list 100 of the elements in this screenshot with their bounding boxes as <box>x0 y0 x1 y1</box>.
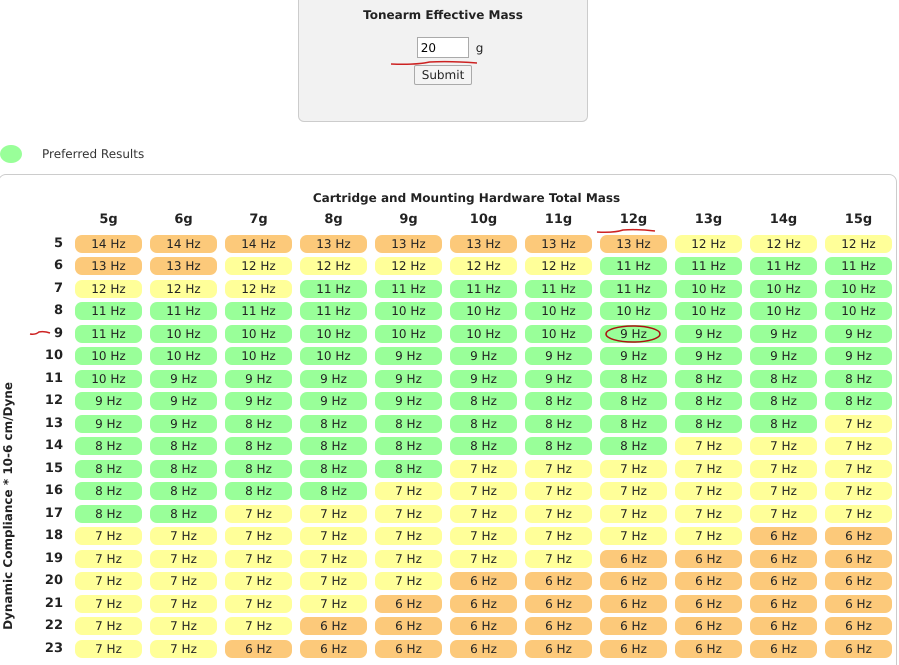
table-cell: 10 Hz <box>150 347 217 365</box>
table-cell: 7 Hz <box>150 527 217 545</box>
table-cell: 6 Hz <box>600 640 667 658</box>
table-cell: 7 Hz <box>675 460 742 478</box>
table-cell: 6 Hz <box>825 617 892 635</box>
row-header: 19 <box>44 550 64 568</box>
table-cell: 6 Hz <box>225 640 292 658</box>
row-header: 10 <box>44 347 64 365</box>
table-cell: 9 Hz <box>75 392 142 410</box>
table-cell: 7 Hz <box>150 572 217 590</box>
table-cell: 9 Hz <box>150 414 217 432</box>
table-cell: 8 Hz <box>150 482 217 500</box>
table-cell: 8 Hz <box>750 370 817 388</box>
table-cell: 7 Hz <box>600 527 667 545</box>
table-cell: 7 Hz <box>75 640 142 658</box>
table-cell: 6 Hz <box>600 617 667 635</box>
table-cell: 8 Hz <box>150 437 217 455</box>
table-cell: 8 Hz <box>600 370 667 388</box>
mass-input[interactable]: 20 <box>416 37 469 58</box>
table-title: Cartridge and Mounting Hardware Total Mass <box>312 191 622 207</box>
table-cell: 10 Hz <box>300 347 367 365</box>
table-cell: 7 Hz <box>225 504 292 522</box>
column-header: 5g <box>98 212 119 229</box>
row-header: 8 <box>52 302 64 320</box>
table-cell: 6 Hz <box>600 594 667 612</box>
table-cell: 8 Hz <box>675 392 742 410</box>
submit-button[interactable]: Submit <box>414 65 472 85</box>
table-cell: 10 Hz <box>750 302 817 320</box>
table-cell: 6 Hz <box>750 572 817 590</box>
table-cell: 8 Hz <box>150 504 217 522</box>
table-cell: 6 Hz <box>300 640 367 658</box>
column-header: 14g <box>768 212 798 229</box>
table-cell: 7 Hz <box>525 460 592 478</box>
table-cell: 8 Hz <box>375 437 442 455</box>
unit-label: g <box>476 40 484 54</box>
table-cell: 6 Hz <box>525 617 592 635</box>
table-cell: 11 Hz <box>375 280 442 298</box>
table-cell: 7 Hz <box>300 572 367 590</box>
table-cell: 6 Hz <box>450 572 517 590</box>
table-cell: 9 Hz <box>375 347 442 365</box>
column-header: 9g <box>398 212 419 229</box>
table-cell: 7 Hz <box>750 460 817 478</box>
table-cell: 12 Hz <box>225 257 292 275</box>
table-cell: 7 Hz <box>825 414 892 432</box>
table-cell: 6 Hz <box>300 617 367 635</box>
table-cell: 7 Hz <box>300 550 367 568</box>
table-cell: 8 Hz <box>75 504 142 522</box>
table-cell: 13 Hz <box>300 234 367 252</box>
table-cell: 8 Hz <box>675 370 742 388</box>
table-cell: 9 Hz <box>525 347 592 365</box>
table-cell: 12 Hz <box>375 257 442 275</box>
table-cell: 8 Hz <box>750 392 817 410</box>
table-cell: 12 Hz <box>525 257 592 275</box>
row-header: 21 <box>44 594 64 612</box>
table-cell: 6 Hz <box>600 572 667 590</box>
table-cell: 10 Hz <box>300 324 367 342</box>
table-cell: 10 Hz <box>375 324 442 342</box>
table-cell: 9 Hz <box>750 324 817 342</box>
table-cell: 8 Hz <box>375 414 442 432</box>
table-cell: 7 Hz <box>300 504 367 522</box>
table-cell: 11 Hz <box>600 257 667 275</box>
table-cell: 6 Hz <box>675 572 742 590</box>
table-cell: 11 Hz <box>225 302 292 320</box>
table-cell: 7 Hz <box>525 482 592 500</box>
table-cell: 8 Hz <box>225 437 292 455</box>
table-cell: 7 Hz <box>450 460 517 478</box>
table-cell: 12 Hz <box>75 280 142 298</box>
table-cell: 8 Hz <box>225 414 292 432</box>
table-cell: 8 Hz <box>600 437 667 455</box>
table-cell: 10 Hz <box>675 280 742 298</box>
table-cell: 9 Hz <box>450 370 517 388</box>
table-cell: 9 Hz <box>375 392 442 410</box>
table-cell: 8 Hz <box>525 414 592 432</box>
row-header: 14 <box>44 437 64 455</box>
table-cell: 7 Hz <box>825 460 892 478</box>
table-cell: 8 Hz <box>225 482 292 500</box>
table-cell: 11 Hz <box>75 302 142 320</box>
table-cell: 11 Hz <box>525 280 592 298</box>
table-cell: 6 Hz <box>375 594 442 612</box>
table-cell: 7 Hz <box>600 482 667 500</box>
table-cell: 7 Hz <box>75 550 142 568</box>
table-cell: 14 Hz <box>225 234 292 252</box>
table-cell: 6 Hz <box>825 527 892 545</box>
table-cell: 7 Hz <box>750 504 817 522</box>
table-cell: 6 Hz <box>825 640 892 658</box>
table-cell: 9 Hz <box>375 370 442 388</box>
row-header: 7 <box>52 280 64 298</box>
table-cell: 9 Hz <box>675 324 742 342</box>
table-cell: 9 Hz <box>750 347 817 365</box>
table-cell: 8 Hz <box>600 392 667 410</box>
table-cell: 10 Hz <box>825 280 892 298</box>
table-cell: 7 Hz <box>450 527 517 545</box>
table-cell: 6 Hz <box>675 640 742 658</box>
table-cell: 7 Hz <box>375 527 442 545</box>
table-cell: 11 Hz <box>825 257 892 275</box>
table-cell: 6 Hz <box>600 550 667 568</box>
table-cell: 9 Hz <box>600 347 667 365</box>
table-cell: 7 Hz <box>225 572 292 590</box>
table-cell: 7 Hz <box>525 527 592 545</box>
row-header: 20 <box>44 572 64 590</box>
